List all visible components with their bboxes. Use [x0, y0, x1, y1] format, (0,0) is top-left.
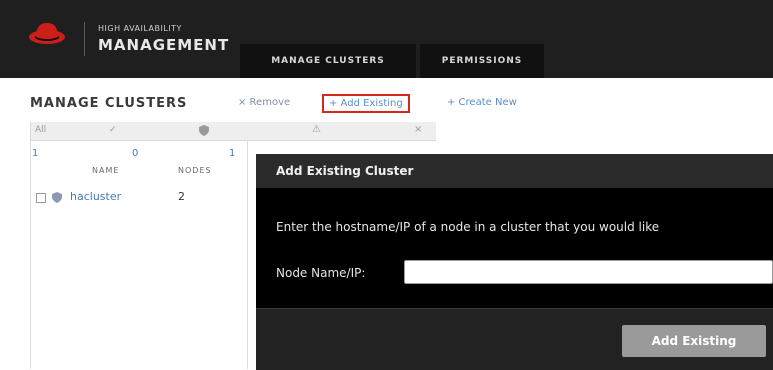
count-ok[interactable]: 0: [132, 148, 138, 159]
modal-title: Add Existing Cluster: [276, 164, 414, 178]
column-header-nodes[interactable]: NODES: [178, 166, 212, 175]
tab-permissions[interactable]: PERMISSIONS: [420, 44, 544, 78]
tab-manage-clusters[interactable]: MANAGE CLUSTERS: [240, 44, 416, 78]
page-title: MANAGE CLUSTERS: [30, 96, 188, 111]
filter-ok-icon[interactable]: ✓: [109, 125, 117, 135]
filter-warning-icon[interactable]: ⚠: [312, 124, 321, 135]
filter-all[interactable]: All: [35, 125, 46, 135]
app-header: HIGH AVAILABILITY MANAGEMENT MANAGE CLUS…: [0, 0, 773, 78]
node-name-input[interactable]: [404, 260, 773, 284]
brand-title: MANAGEMENT: [98, 36, 230, 54]
cluster-filter-row-right: ⚠ ×: [246, 122, 436, 141]
filter-close-icon[interactable]: ×: [414, 124, 422, 135]
brand-subtitle: HIGH AVAILABILITY: [98, 24, 182, 33]
count-all[interactable]: 1: [32, 148, 38, 159]
node-name-label: Node Name/IP:: [276, 266, 366, 280]
modal-header: Add Existing Cluster: [256, 154, 773, 188]
column-header-name[interactable]: NAME: [92, 166, 119, 175]
count-shield[interactable]: 1: [229, 148, 235, 159]
row-checkbox[interactable]: [36, 193, 46, 203]
shield-icon: [52, 192, 62, 203]
modal-footer: Add Existing: [256, 308, 773, 370]
cluster-name-link[interactable]: hacluster: [70, 190, 121, 203]
cluster-list-panel: All ✓: [30, 122, 248, 369]
cluster-node-count: 2: [178, 190, 185, 203]
filter-shield-icon[interactable]: [199, 125, 209, 136]
modal-description: Enter the hostname/IP of a node in a clu…: [276, 220, 660, 234]
add-existing-button[interactable]: Add Existing: [622, 325, 766, 357]
brand-divider: [84, 22, 85, 56]
redhat-hat-icon: [29, 23, 65, 44]
add-existing-link[interactable]: + Add Existing: [322, 94, 410, 113]
remove-link[interactable]: × Remove: [238, 97, 290, 108]
add-existing-cluster-modal: Add Existing Cluster Enter the hostname/…: [256, 154, 773, 370]
create-new-link[interactable]: + Create New: [447, 97, 517, 108]
cluster-filter-row: All ✓: [31, 122, 247, 141]
